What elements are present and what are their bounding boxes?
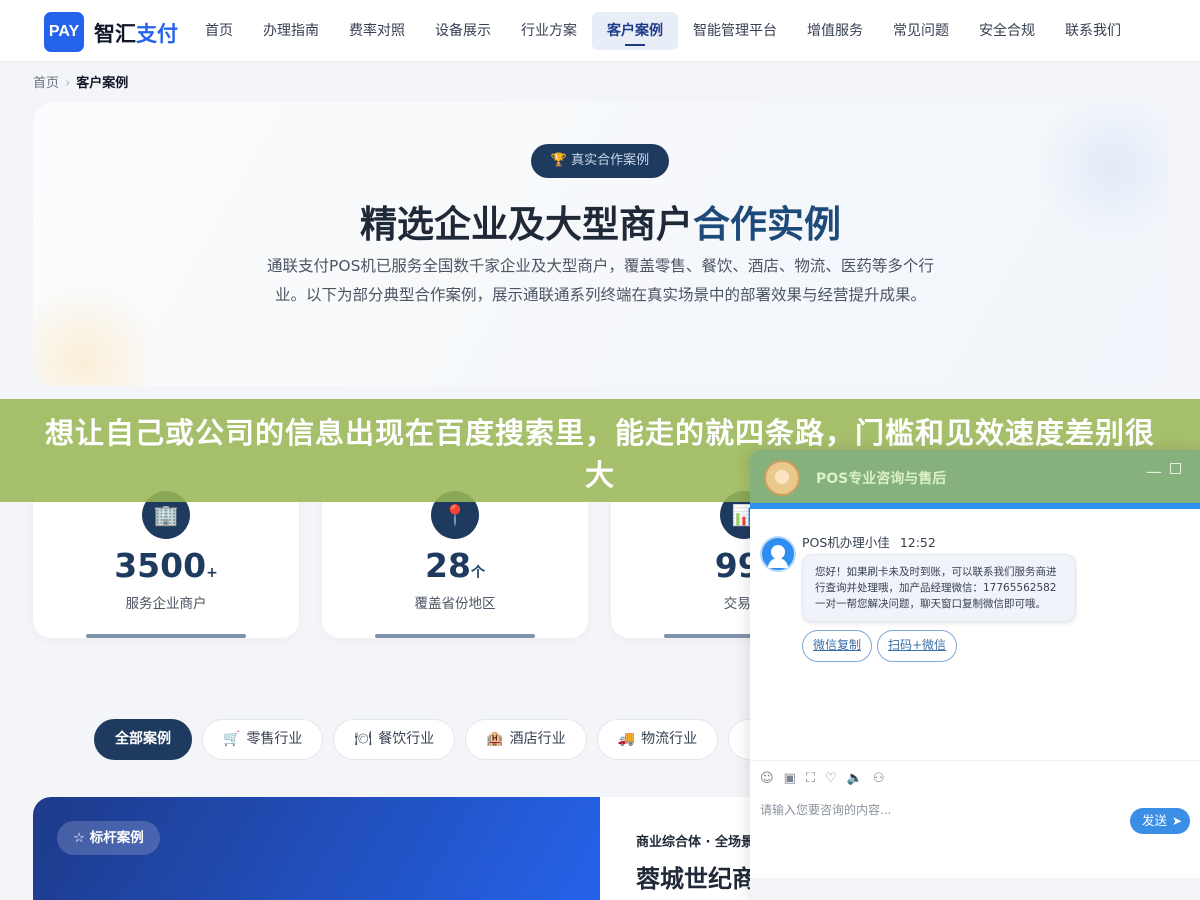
chat-input[interactable]: 请输入您要咨询的内容... [760, 801, 891, 818]
truck-icon: 🚚 [617, 731, 636, 747]
send-button[interactable]: 发送 ➤ [1130, 808, 1190, 834]
logo-accent: 支付 [136, 22, 178, 46]
filter-label: 全部案例 [115, 731, 171, 747]
filter-retail[interactable]: 🛒 零售行业 [202, 719, 324, 760]
stat-value: 28个 [322, 546, 588, 585]
stat-number: 3500 [114, 546, 207, 585]
breadcrumb-home[interactable]: 首页 [33, 76, 59, 91]
filter-hotel[interactable]: 🏨 酒店行业 [465, 719, 587, 760]
message-time: 12:52 [899, 535, 936, 550]
breadcrumb-current: 客户案例 [76, 76, 129, 91]
nav-menu: 首页 办理指南 费率对照 设备展示 行业方案 客户案例 智能管理平台 增值服务 … [190, 12, 1136, 50]
send-label: 发送 [1142, 813, 1168, 828]
top-nav: PAY 智汇支付 首页 办理指南 费率对照 设备展示 行业方案 客户案例 智能管… [0, 0, 1200, 62]
case-filter-bar: 全部案例 🛒零售行业 🍽餐饮行业 🏨酒店行业 🚚物流行业 💊 [94, 719, 794, 760]
nav-item-security[interactable]: 安全合规 [964, 12, 1050, 50]
stat-unit: + [206, 565, 218, 581]
quick-reply-copy-wechat[interactable]: 微信复制 [802, 630, 873, 662]
chat-title: POS专业咨询与售后 [816, 471, 947, 487]
maximize-icon[interactable] [1170, 463, 1181, 474]
nav-item-devices[interactable]: 设备展示 [420, 12, 506, 50]
voice-icon[interactable]: 🔈 [847, 771, 863, 786]
chat-toolbar: ☺ ▣ ⛶ ♡ 🔈 ⚇ [760, 771, 884, 786]
minimize-icon[interactable]: — [1146, 462, 1162, 481]
screenshot-icon[interactable]: ⛶ [806, 771, 815, 786]
stat-unit: 个 [470, 565, 485, 581]
hero-badge: 🏆 真实合作案例 [531, 144, 669, 178]
chat-divider [750, 760, 1200, 761]
filter-catering[interactable]: 🍽 餐饮行业 [333, 719, 456, 760]
filter-label: 酒店行业 [509, 731, 566, 747]
stat-value: 3500+ [33, 546, 299, 585]
nav-item-platform[interactable]: 智能管理平台 [678, 12, 792, 50]
chat-footer [750, 878, 1200, 900]
nav-item-faq[interactable]: 常见问题 [878, 12, 964, 50]
nav-item-rates[interactable]: 费率对照 [334, 12, 420, 50]
nav-item-value-added[interactable]: 增值服务 [792, 12, 878, 50]
filter-label: 零售行业 [246, 731, 303, 747]
hero-title: 精选企业及大型商户合作实例 [33, 194, 1168, 248]
emoji-icon[interactable]: ☺ [760, 771, 774, 786]
hero-section: 🏆 真实合作案例 精选企业及大型商户合作实例 通联支付POS机已服务全国数千家企业… [33, 102, 1168, 386]
breadcrumb-separator: › [65, 76, 71, 91]
nav-item-solutions[interactable]: 行业方案 [506, 12, 592, 50]
hotel-icon: 🏨 [486, 731, 504, 747]
stat-accent-bar [86, 634, 246, 638]
filter-logistics[interactable]: 🚚 物流行业 [596, 719, 719, 760]
chat-accent-strip [750, 503, 1200, 509]
wechat-icon[interactable]: ⚇ [873, 771, 885, 786]
chat-header[interactable]: POS专业咨询与售后 — [750, 450, 1200, 503]
cart-icon: 🛒 [223, 731, 241, 747]
service-avatar [764, 460, 800, 496]
stat-label: 覆盖省份地区 [414, 596, 496, 612]
hero-description: 通联支付POS机已服务全国数千家企业及大型商户，覆盖零售、餐饮、酒店、物流、医药… [267, 257, 934, 304]
stat-number: 28 [425, 546, 471, 585]
chat-widget: POS专业咨询与售后 — POS机办理小佳 12:52 您好！如果刷卡未及时到账，… [750, 450, 1200, 900]
nav-item-contact[interactable]: 联系我们 [1050, 12, 1136, 50]
nav-item-home[interactable]: 首页 [190, 12, 248, 50]
hero-title-accent: 合作实例 [693, 203, 841, 246]
filter-all[interactable]: 全部案例 [94, 719, 192, 760]
stat-label: 服务企业商户 [125, 596, 207, 612]
filter-label: 物流行业 [641, 731, 698, 747]
agent-info: POS机办理小佳 12:52 [802, 532, 936, 551]
filter-label: 餐饮行业 [378, 731, 435, 747]
case-title: 蓉城世纪商 [636, 865, 756, 893]
agent-name: POS机办理小佳 [802, 535, 890, 550]
case-meta: 商业综合体 · 全场景 [636, 835, 754, 850]
chat-message-bubble: 您好！如果刷卡未及时到账，可以联系我们服务商进行查询并处理哦，加产品经理微信：1… [802, 554, 1076, 622]
rate-icon[interactable]: ♡ [825, 771, 837, 786]
dining-icon: 🍽 [354, 731, 373, 747]
nav-item-cases[interactable]: 客户案例 [592, 12, 678, 50]
quick-reply-scan-wechat[interactable]: 扫码+微信 [877, 630, 958, 662]
hero-title-main: 精选企业及大型商户 [360, 203, 693, 246]
logo-main: 智汇 [94, 22, 136, 46]
hero-glow-decoration [33, 282, 163, 386]
agent-avatar [760, 536, 796, 572]
logo-text[interactable]: 智汇支付 [94, 18, 178, 48]
stat-accent-bar [375, 634, 535, 638]
send-arrow-icon: ➤ [1171, 814, 1182, 828]
breadcrumb: 首页 › 客户案例 [33, 72, 128, 91]
image-icon[interactable]: ▣ [784, 771, 796, 786]
logo-badge[interactable]: PAY [44, 12, 84, 52]
trophy-icon: 🏆 [550, 153, 568, 168]
nav-item-guide[interactable]: 办理指南 [248, 12, 334, 50]
hero-badge-label: 真实合作案例 [571, 153, 650, 168]
benchmark-tag: ☆ 标杆案例 [57, 821, 160, 855]
